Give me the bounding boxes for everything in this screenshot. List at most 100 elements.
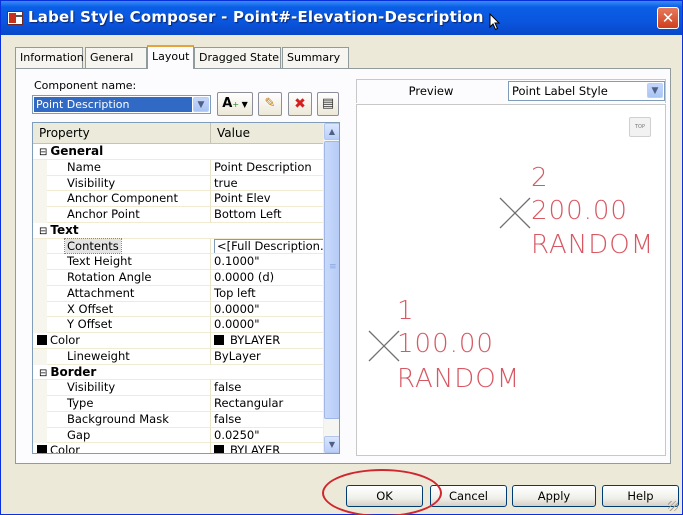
property-row[interactable]: Rotation Angle 0.0000 (d) <box>33 270 323 286</box>
property-row[interactable]: Gap 0.0250" <box>33 427 323 444</box>
row-gutter <box>33 427 47 444</box>
property-row[interactable]: Text Height 0.1000" <box>33 254 323 270</box>
category-label: General <box>50 144 104 158</box>
tab-layout[interactable]: Layout <box>147 45 194 69</box>
property-value[interactable]: Bottom Left <box>211 207 323 223</box>
copy-component-button[interactable]: ✎ <box>258 92 282 116</box>
property-category-row[interactable]: ⊟ Text <box>33 223 323 239</box>
preview-style-dropdown[interactable]: Point Label Style ▼ <box>508 81 665 101</box>
property-label: Gap <box>67 427 91 442</box>
property-row[interactable]: Anchor Component Point Elev <box>33 191 323 207</box>
property-value[interactable]: BYLAYER <box>211 333 323 349</box>
property-value[interactable]: true <box>211 176 323 192</box>
property-value[interactable]: 0.0250" <box>211 428 323 444</box>
tab-dragged-state[interactable]: Dragged State <box>194 47 281 68</box>
column-header-value[interactable]: Value <box>211 123 323 143</box>
tab-general[interactable]: General <box>85 47 147 68</box>
component-draw-order-button[interactable]: ▤ <box>317 92 339 116</box>
property-row[interactable]: Attachment Top left <box>33 285 323 302</box>
preview-label: Preview <box>408 84 454 98</box>
point-marker-icon <box>368 330 400 362</box>
property-value-text: Top left <box>214 285 256 300</box>
property-value-text: 0.0000" <box>214 301 260 316</box>
grid-header: Property Value <box>33 123 323 144</box>
delete-icon: ✖ <box>294 96 306 112</box>
property-label: Visibility <box>67 380 116 395</box>
property-value[interactable]: 0.0000" <box>211 317 323 333</box>
property-value[interactable]: 0.1000" <box>211 254 323 270</box>
title-bar[interactable]: Label Style Composer - Point#-Elevation-… <box>1 1 682 35</box>
contents-edit-field[interactable]: <[Full Description... <box>214 238 323 254</box>
row-gutter <box>33 238 47 255</box>
collapse-toggle-icon[interactable]: ⊟ <box>39 147 47 158</box>
collapse-toggle-icon[interactable]: ⊟ <box>39 226 47 237</box>
property-value-text: Point Elev <box>214 191 271 206</box>
property-value <box>211 223 323 239</box>
color-swatch-icon <box>37 445 47 453</box>
grid-scrollbar[interactable]: ▲ ▼ <box>323 123 339 453</box>
property-row[interactable]: Y Offset 0.0000" <box>33 317 323 333</box>
property-label: Lineweight <box>67 348 130 363</box>
property-value-text: BYLAYER <box>230 443 281 454</box>
view-cube-icon[interactable]: TOP <box>629 117 651 137</box>
tab-summary[interactable]: Summary <box>282 47 349 68</box>
scroll-up-icon[interactable]: ▲ <box>324 123 339 140</box>
chevron-down-icon[interactable]: ▼ <box>193 97 209 112</box>
category-label: Border <box>50 364 97 379</box>
property-row[interactable]: Anchor Point Bottom Left <box>33 207 323 223</box>
resize-grip-icon[interactable] <box>668 501 678 511</box>
property-row[interactable]: Color BYLAYER <box>33 443 323 454</box>
property-label: Anchor Component <box>67 191 178 206</box>
property-value-text: false <box>214 411 242 426</box>
create-text-component-button[interactable]: A+ ▼ <box>217 92 253 116</box>
component-name-label: Component name: <box>34 79 137 92</box>
draw-order-icon: ▤ <box>321 96 335 111</box>
property-label: Attachment <box>67 285 135 300</box>
property-row[interactable]: Contents <[Full Description... <box>33 237 323 255</box>
close-button[interactable]: ✕ <box>657 7 679 29</box>
app-icon <box>7 11 23 25</box>
delete-component-button[interactable]: ✖ <box>288 92 312 116</box>
preview-pane[interactable]: TOP 2 200.00 RANDOM 1 100.00 RANDOM <box>356 104 666 456</box>
property-value-text: Rectangular <box>214 396 284 410</box>
property-row[interactable]: Name Point Description <box>33 159 323 176</box>
property-value[interactable]: false <box>211 380 323 396</box>
property-name: Lineweight <box>47 348 211 365</box>
property-value[interactable]: <[Full Description... <box>211 238 323 255</box>
property-row[interactable]: X Offset 0.0000" <box>33 301 323 318</box>
property-category-row[interactable]: ⊟ General <box>33 144 323 160</box>
property-value-text: 0.1000" <box>214 254 260 269</box>
apply-button[interactable]: Apply <box>512 485 596 507</box>
cancel-button[interactable]: Cancel <box>430 485 507 507</box>
property-row[interactable]: Background Mask false <box>33 411 323 428</box>
column-header-property[interactable]: Property <box>33 123 211 143</box>
property-value[interactable]: Point Elev <box>211 191 323 207</box>
tab-information[interactable]: Information <box>15 47 84 68</box>
collapse-toggle-icon[interactable]: ⊟ <box>39 368 47 379</box>
scrollbar-thumb[interactable] <box>324 141 339 419</box>
row-gutter <box>33 301 47 318</box>
property-value-text: false <box>214 380 242 395</box>
property-value[interactable]: false <box>211 412 323 428</box>
color-swatch-icon <box>37 335 47 345</box>
property-row[interactable]: Lineweight ByLayer <box>33 348 323 365</box>
property-value[interactable]: Rectangular <box>211 396 323 412</box>
property-value[interactable]: Point Description <box>211 160 323 176</box>
property-category-row[interactable]: ⊟ Border <box>33 365 323 381</box>
property-row[interactable]: Visibility true <box>33 175 323 192</box>
chevron-down-icon[interactable]: ▼ <box>647 83 663 98</box>
component-name-dropdown[interactable]: Point Description ▼ <box>32 95 211 114</box>
property-row[interactable]: Color BYLAYER <box>33 333 323 349</box>
property-label: Visibility <box>67 175 116 190</box>
property-value[interactable]: Top left <box>211 286 323 302</box>
property-value-text: BYLAYER <box>230 333 281 347</box>
scroll-down-icon[interactable]: ▼ <box>324 436 339 453</box>
property-row[interactable]: Type Rectangular <box>33 396 323 412</box>
property-value[interactable]: 0.0000" <box>211 302 323 318</box>
property-value[interactable]: ByLayer <box>211 349 323 365</box>
property-name: Y Offset <box>47 317 211 333</box>
property-value[interactable]: BYLAYER <box>211 443 323 454</box>
property-row[interactable]: Visibility false <box>33 380 323 396</box>
property-value[interactable]: 0.0000 (d) <box>211 270 323 286</box>
property-label: Rotation Angle <box>67 270 152 284</box>
